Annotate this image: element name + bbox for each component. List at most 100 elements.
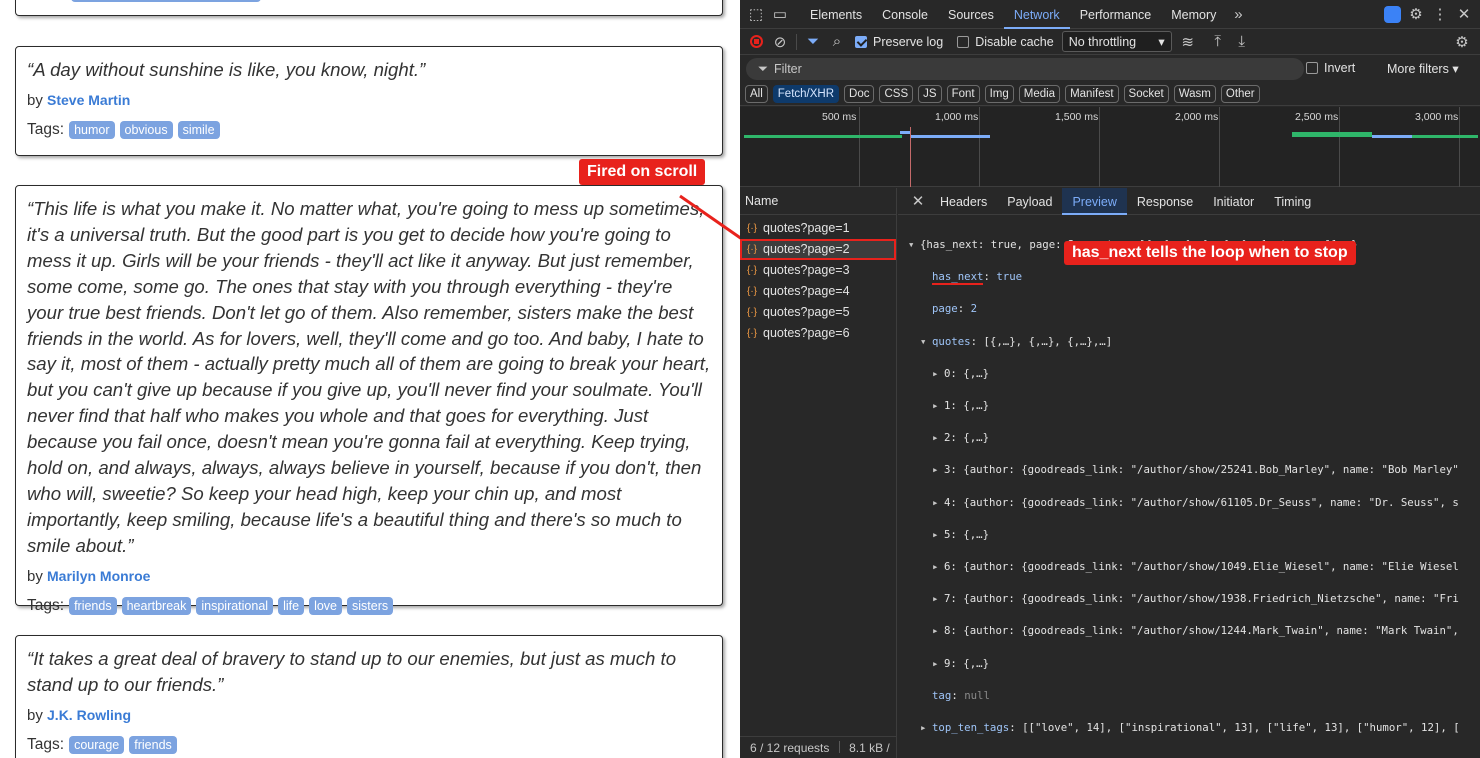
tag-chip[interactable]: life <box>278 596 305 615</box>
chip-other[interactable]: Other <box>1220 84 1260 103</box>
json-item-text: 0: {,…} <box>944 366 990 380</box>
json-array-item[interactable]: ▸ 6: {author: {goodreads_link: "/author/s… <box>908 559 1460 575</box>
more-filters-dropdown[interactable]: More filters ▾ <box>1387 61 1459 76</box>
chip-img[interactable]: Img <box>984 84 1014 103</box>
request-row[interactable]: {·} quotes?page=5 <box>740 302 896 323</box>
tag-chip[interactable]: sisters <box>347 596 394 615</box>
chip-css[interactable]: CSS <box>879 84 914 103</box>
json-array-item[interactable]: ▸ 3: {author: {goodreads_link: "/author/s… <box>908 462 1460 478</box>
chip-js[interactable]: JS <box>918 84 942 103</box>
settings-gear-icon[interactable]: ⚙ <box>1404 2 1428 26</box>
timeline-tick: 500 ms <box>822 111 857 123</box>
json-item-text: 7: {author: {goodreads_link: "/author/sh… <box>944 592 1459 606</box>
chip-doc[interactable]: Doc <box>844 84 875 103</box>
timeline-bar <box>1372 135 1412 138</box>
tab-payload[interactable]: Payload <box>997 188 1062 215</box>
chip-manifest[interactable]: Manifest <box>1065 84 1119 103</box>
filter-input[interactable]: ⏷ Filter <box>746 58 1304 80</box>
json-array-item[interactable]: ▸ 5: {,…} <box>908 527 1460 543</box>
disable-cache-checkbox[interactable]: Disable cache <box>957 35 1054 49</box>
request-row[interactable]: {·} quotes?page=6 <box>740 323 896 344</box>
network-settings-gear-icon[interactable]: ⚙ <box>1450 30 1474 54</box>
tab-memory[interactable]: Memory <box>1161 0 1226 29</box>
json-array-item[interactable]: ▸ 9: {,…} <box>908 656 1460 672</box>
request-row[interactable]: {·} quotes?page=1 <box>740 218 896 239</box>
gridline <box>859 107 860 187</box>
chip-fetch-xhr[interactable]: Fetch/XHR <box>772 84 840 103</box>
tab-response[interactable]: Response <box>1127 188 1203 215</box>
tab-elements[interactable]: Elements <box>800 0 872 29</box>
tab-network[interactable]: Network <box>1003 0 1070 29</box>
preserve-log-checkbox[interactable]: Preserve log <box>855 35 943 49</box>
json-array-item[interactable]: ▸ 7: {author: {goodreads_link: "/author/s… <box>908 591 1460 607</box>
json-top-tags-row[interactable]: ▸ top_ten_tags: [["love", 14], ["inspirat… <box>908 720 1460 736</box>
collapsed-triangle-icon: ▸ <box>932 495 939 509</box>
json-array-item[interactable]: ▸ 2: {,…} <box>908 430 1460 446</box>
author-link[interactable]: Marilyn Monroe <box>47 568 150 584</box>
by-label: by <box>27 706 43 724</box>
chip-socket[interactable]: Socket <box>1123 84 1169 103</box>
chip-font[interactable]: Font <box>946 84 980 103</box>
import-har-icon[interactable]: ⤒ <box>1206 30 1230 54</box>
json-item-text: 4: {author: {goodreads_link: "/author/sh… <box>944 495 1459 509</box>
xhr-icon: {·} <box>746 328 757 339</box>
tag-chip[interactable]: humor <box>69 120 115 139</box>
tag-chip[interactable]: heartbreak <box>121 596 192 615</box>
tag-chip[interactable]: obvious <box>119 120 173 139</box>
record-stop-icon[interactable] <box>744 30 768 54</box>
tab-console[interactable]: Console <box>872 0 938 29</box>
export-har-icon[interactable]: ⤓ <box>1230 30 1254 54</box>
close-detail-icon[interactable]: ✕ <box>906 189 930 213</box>
search-icon[interactable]: ⌕ <box>825 30 849 54</box>
tab-initiator[interactable]: Initiator <box>1203 188 1264 215</box>
previous-quote-card <box>15 0 723 16</box>
chip-wasm[interactable]: Wasm <box>1173 84 1216 103</box>
tag-chip[interactable]: friends <box>129 735 177 754</box>
invert-checkbox[interactable]: Invert <box>1306 61 1355 75</box>
request-row[interactable]: {·} quotes?page=3 <box>740 260 896 281</box>
gridline <box>979 107 980 187</box>
filter-funnel-icon[interactable]: ⏷ <box>801 30 825 54</box>
throttling-select[interactable]: No throttling ▾ <box>1061 31 1172 52</box>
json-array-item[interactable]: ▸ 1: {,…} <box>908 398 1460 414</box>
tab-preview[interactable]: Preview <box>1062 187 1127 215</box>
tab-sources[interactable]: Sources <box>938 0 1004 29</box>
author-link[interactable]: J.K. Rowling <box>47 707 131 723</box>
tab-performance[interactable]: Performance <box>1070 0 1162 29</box>
author-link[interactable]: Steve Martin <box>47 92 130 108</box>
timeline-tick: 2,000 ms <box>1175 111 1219 123</box>
tag-chip[interactable] <box>71 0 261 2</box>
clear-icon[interactable]: ⊘ <box>768 30 792 54</box>
request-row[interactable]: {·} quotes?page=4 <box>740 281 896 302</box>
json-array-item[interactable]: ▸ 0: {,…} <box>908 366 1460 382</box>
request-row-selected[interactable]: {·} quotes?page=2 <box>740 239 896 260</box>
tag-chip[interactable]: friends <box>69 596 117 615</box>
by-label: by <box>27 91 43 109</box>
request-name: quotes?page=5 <box>763 305 850 319</box>
json-quotes-row[interactable]: ▾ quotes: [{,…}, {,…}, {,…},…] <box>908 334 1460 350</box>
tag-chip[interactable]: simile <box>177 120 220 139</box>
throttling-value: No throttling <box>1068 34 1137 49</box>
chip-all[interactable]: All <box>745 84 768 103</box>
expand-triangle-icon: ▾ <box>908 238 915 252</box>
kebab-menu-icon[interactable]: ⋮ <box>1428 2 1452 26</box>
more-panels-icon[interactable]: » <box>1226 2 1250 26</box>
json-array-item[interactable]: ▸ 8: {author: {goodreads_link: "/author/s… <box>908 623 1460 639</box>
json-array-item[interactable]: ▸ 4: {author: {goodreads_link: "/author/s… <box>908 495 1460 511</box>
tag-chip[interactable]: courage <box>69 735 125 754</box>
tag-chip[interactable]: inspirational <box>196 596 274 615</box>
timeline-overview[interactable]: 500 ms 1,000 ms 1,500 ms 2,000 ms 2,500 … <box>740 107 1480 187</box>
close-icon[interactable]: ✕ <box>1452 2 1476 26</box>
request-name: quotes?page=2 <box>763 242 850 256</box>
tab-timing[interactable]: Timing <box>1264 188 1321 215</box>
tab-headers[interactable]: Headers <box>930 188 997 215</box>
issues-icon[interactable] <box>1380 2 1404 26</box>
network-conditions-icon[interactable]: ≋ <box>1176 30 1200 54</box>
device-toolbar-icon[interactable]: ▭ <box>768 2 792 26</box>
tag-chip[interactable]: love <box>309 596 342 615</box>
chip-media[interactable]: Media <box>1018 84 1061 103</box>
json-item-text: 5: {,…} <box>944 527 990 541</box>
inspect-element-icon[interactable]: ⬚ <box>744 2 768 26</box>
name-column-header[interactable]: Name <box>740 188 896 215</box>
collapsed-triangle-icon: ▸ <box>932 592 939 606</box>
